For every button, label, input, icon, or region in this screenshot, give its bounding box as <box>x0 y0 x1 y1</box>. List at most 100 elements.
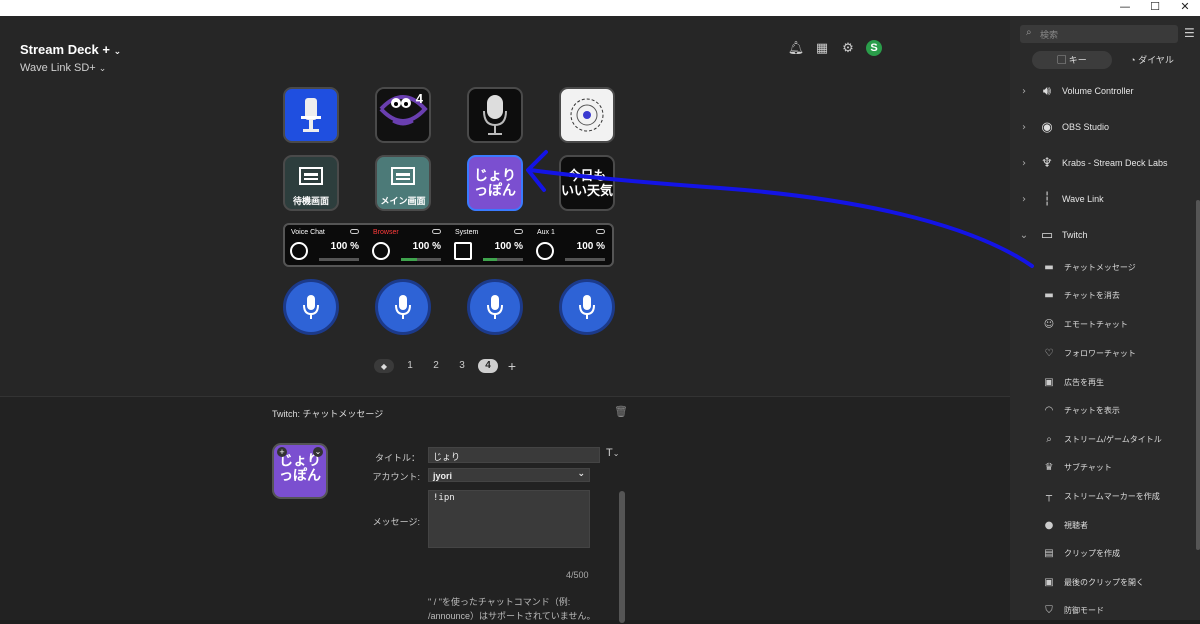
lcd-segment-browser[interactable]: Browser 100 % <box>367 225 447 265</box>
action-label: チャットを表示 <box>1064 405 1120 415</box>
action-chat-message[interactable]: ▬ チャットメッセージ <box>1010 253 1196 281</box>
monitor-icon <box>454 242 472 260</box>
key-standby-screen[interactable]: 待機画面 <box>283 155 339 211</box>
heart-icon: ♡ <box>1044 347 1054 359</box>
page-1[interactable]: 1 <box>400 359 420 373</box>
sidebar-scrollbar[interactable] <box>1196 200 1200 550</box>
page-4[interactable]: 4 <box>478 359 498 373</box>
category-label: Krabs - Stream Deck Labs <box>1062 158 1168 168</box>
action-play-ad[interactable]: ▣ 広告を再生 <box>1010 368 1196 396</box>
gear-icon[interactable]: ⚙ <box>840 40 856 56</box>
account-select[interactable]: jyori ⌄ <box>428 468 590 482</box>
close-button[interactable]: ✕ <box>1170 0 1200 16</box>
category-volume-controller[interactable]: › 🔊︎ Volume Controller <box>1010 73 1196 109</box>
key-studio-mic[interactable] <box>467 87 523 143</box>
chevron-down-icon: ⌄ <box>1019 229 1029 241</box>
search-placeholder: 検索 <box>1040 30 1059 40</box>
key-weather[interactable]: 今日も いい天気 <box>559 155 615 211</box>
microphone-icon <box>483 95 507 135</box>
maximize-button[interactable]: ☐ <box>1140 0 1170 16</box>
add-icon[interactable]: + <box>277 447 287 457</box>
lcd-segment-aux1[interactable]: Aux 1 100 % <box>531 225 611 265</box>
volume-bar <box>483 258 523 261</box>
tab-keys[interactable]: ▢ キー <box>1032 51 1112 69</box>
action-label: ストリーム/ゲームタイトル <box>1064 434 1162 444</box>
category-twitch[interactable]: ⌄ ▭ Twitch <box>1010 217 1196 253</box>
shield-icon: ⛉ <box>1045 604 1053 616</box>
action-label: 防御モード <box>1064 605 1104 615</box>
twitch-icon: ▭ <box>1040 227 1054 243</box>
category-label: Twitch <box>1062 230 1088 240</box>
trash-icon[interactable]: 🗑︎ <box>614 405 628 418</box>
toggle-icon <box>596 229 605 234</box>
action-open-last-clip[interactable]: ▣ 最後のクリップを開く <box>1010 568 1196 596</box>
action-viewers[interactable]: ● 視聴者 <box>1010 511 1196 539</box>
type-tabs: ▢ キー ◔ ダイヤル <box>1032 51 1192 69</box>
chat-clear-icon: ▬ <box>1044 289 1054 301</box>
pin-icon[interactable]: ◆ <box>374 359 394 373</box>
dial-2[interactable] <box>375 279 431 335</box>
lcd-segment-voice-chat[interactable]: Voice Chat 100 % <box>285 225 365 265</box>
avatar[interactable]: S <box>866 40 882 56</box>
dial-4[interactable] <box>559 279 615 335</box>
account-label: アカウント: <box>372 472 420 482</box>
dial-1[interactable] <box>283 279 339 335</box>
chevron-right-icon: › <box>1022 85 1026 97</box>
action-follower-chat[interactable]: ♡ フォロワーチャット <box>1010 339 1196 367</box>
volume-bar <box>319 258 359 261</box>
category-wave-link[interactable]: › ┆ Wave Link <box>1010 181 1196 217</box>
chevron-down-icon: ⌄ <box>612 449 620 458</box>
key-preview[interactable]: じょり っぽん + ⌄ <box>272 443 328 499</box>
action-emote-chat[interactable]: ☺ エモートチャット <box>1010 310 1196 338</box>
message-textarea[interactable]: !ipn <box>428 490 590 548</box>
category-obs-studio[interactable]: › ◉ OBS Studio <box>1010 109 1196 145</box>
action-create-clip[interactable]: ▤ クリップを作成 <box>1010 539 1196 567</box>
tab-dials[interactable]: ◔ ダイヤル <box>1112 51 1192 69</box>
action-label: フォロワーチャット <box>1064 348 1136 358</box>
search-icon: ⌕ <box>1026 27 1032 38</box>
volume-percent: 100 % <box>330 241 359 252</box>
page-3[interactable]: 3 <box>452 359 472 373</box>
text-style-icon: T <box>606 447 613 459</box>
plugin-store-icon[interactable]: ▦ <box>814 40 830 56</box>
key-twitch-chat-selected[interactable]: じょり っぽん <box>467 155 523 211</box>
microphone-icon <box>301 98 321 132</box>
action-show-chat[interactable]: ◠ チャットを表示 <box>1010 396 1196 424</box>
device-selector[interactable]: Stream Deck + ⌄ <box>20 42 121 57</box>
key-swirl[interactable] <box>559 87 615 143</box>
chevron-down-icon[interactable]: ⌄ <box>313 447 323 457</box>
inspector-title: Twitch: チャットメッセージ <box>272 409 384 419</box>
action-stream-title[interactable]: ⌕ ストリーム/ゲームタイトル <box>1010 425 1196 453</box>
action-stream-marker[interactable]: ┬ ストリームマーカーを作成 <box>1010 482 1196 510</box>
action-label: チャットメッセージ <box>1064 262 1136 272</box>
key-preview-label: じょり っぽん <box>279 452 321 483</box>
lcd-segment-system[interactable]: System 100 % <box>449 225 529 265</box>
emote-icon: ☺ <box>1043 318 1055 330</box>
action-clear-chat[interactable]: ▬ チャットを消去 <box>1010 281 1196 309</box>
list-view-icon[interactable]: ☰ <box>1184 26 1195 40</box>
key-main-screen[interactable]: メイン画面 <box>375 155 431 211</box>
dial-3[interactable] <box>467 279 523 335</box>
property-inspector: Twitch: チャットメッセージ 🗑︎ じょり っぽん + ⌄ タイトル： じ… <box>0 396 1010 623</box>
minimize-button[interactable]: — <box>1110 0 1140 16</box>
inspector-scrollbar[interactable] <box>619 491 625 623</box>
bell-icon[interactable]: 🔔︎ <box>788 40 805 56</box>
key-microphone-blue[interactable] <box>283 87 339 143</box>
microphone-icon <box>303 295 319 319</box>
obs-icon: ◉ <box>1041 119 1053 135</box>
page-2[interactable]: 2 <box>426 359 446 373</box>
search-input[interactable]: ⌕ 検索 <box>1020 25 1178 43</box>
profile-selector[interactable]: Wave Link SD+ ⌄ <box>20 62 106 74</box>
title-field[interactable]: じょり <box>428 447 600 463</box>
key-badge: 4 <box>415 91 423 106</box>
font-style-button[interactable]: T⌄ <box>606 447 619 459</box>
category-krabs[interactable]: › ♆ Krabs - Stream Deck Labs <box>1010 145 1196 181</box>
action-sub-chat[interactable]: ♛ サブチャット <box>1010 453 1196 481</box>
key-label: 今日も いい天気 <box>561 168 614 198</box>
key-wave-face[interactable]: 4 <box>375 87 431 143</box>
chevron-down-icon: ⌄ <box>577 469 585 479</box>
tab-label: ダイヤル <box>1138 55 1174 65</box>
add-page-button[interactable]: + <box>504 358 520 374</box>
touch-strip[interactable]: Voice Chat 100 % Browser 100 % System 10… <box>283 223 614 267</box>
category-label: Volume Controller <box>1062 86 1134 96</box>
